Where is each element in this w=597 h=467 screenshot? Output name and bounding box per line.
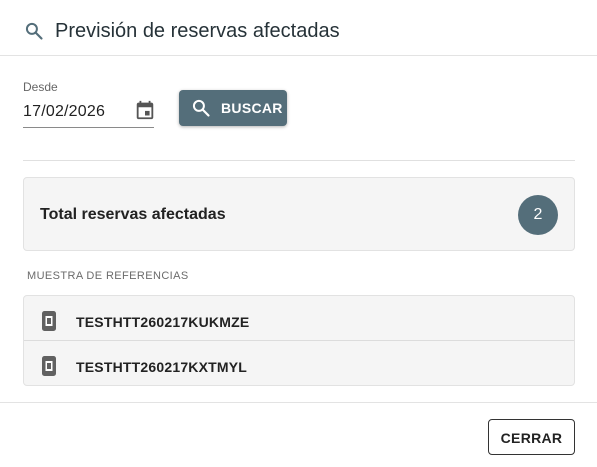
- calendar-icon[interactable]: [134, 99, 156, 121]
- reference-code: TESTHTT260217KXTMYL: [76, 359, 248, 375]
- date-from-label: Desde: [23, 80, 58, 94]
- footer-divider: [0, 402, 597, 403]
- list-item: TESTHTT260217KUKMZE: [24, 296, 574, 341]
- dialog-title: Previsión de reservas afectadas: [55, 20, 340, 42]
- close-button[interactable]: CERRAR: [488, 419, 575, 455]
- document-icon: [42, 311, 56, 331]
- total-affected-card: Total reservas afectadas 2: [23, 177, 575, 251]
- search-button[interactable]: BUSCAR: [179, 90, 287, 126]
- search-icon: [25, 22, 43, 40]
- dialog-header: Previsión de reservas afectadas: [0, 0, 597, 56]
- date-from-field[interactable]: Desde 17/02/2026: [23, 80, 154, 128]
- reference-code: TESTHTT260217KUKMZE: [76, 314, 250, 330]
- document-icon: [42, 356, 56, 376]
- total-count-badge: 2: [518, 195, 558, 235]
- close-button-label: CERRAR: [500, 430, 563, 446]
- references-list: TESTHTT260217KUKMZE TESTHTT260217KXTMYL: [23, 295, 575, 386]
- references-section-label: MUESTRA DE REFERENCIAS: [27, 270, 189, 282]
- search-icon: [192, 99, 210, 117]
- list-item: TESTHTT260217KXTMYL: [24, 341, 574, 386]
- date-from-value[interactable]: 17/02/2026: [23, 102, 105, 122]
- section-divider: [23, 160, 575, 161]
- total-affected-label: Total reservas afectadas: [40, 206, 226, 223]
- search-button-label: BUSCAR: [221, 100, 283, 116]
